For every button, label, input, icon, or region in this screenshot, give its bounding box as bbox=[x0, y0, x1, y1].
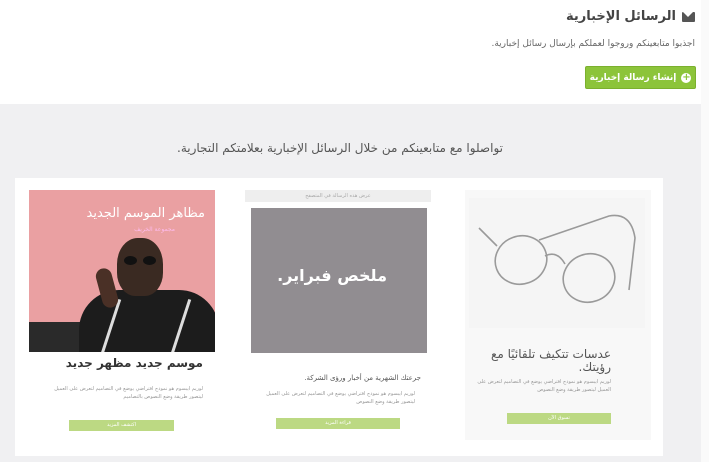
page-scrollbar[interactable] bbox=[701, 0, 709, 462]
digest-main-title: جرعتك الشهرية من أخبار ورؤى الشركة. bbox=[304, 374, 421, 382]
page-subtitle: اجذبوا متابعينكم وروجوا لعملكم بإرسال رس… bbox=[491, 39, 695, 49]
digest-hero-block: ملخص فبراير. bbox=[251, 208, 427, 353]
sunglasses-shape bbox=[124, 256, 158, 265]
person-body-shape bbox=[79, 290, 215, 352]
templates-panel: تواصلوا مع متابعينكم من خلال الرسائل الإ… bbox=[0, 104, 709, 462]
fashion-hero-image: مظاهر الموسم الجديد مجموعة الخريف bbox=[29, 190, 215, 352]
create-newsletter-label: إنشاء رسالة إخبارية bbox=[589, 72, 677, 83]
template-card-eyewear[interactable]: عدسات تتكيف تلقائيًا مع رؤيتك. لوريم ايب… bbox=[465, 190, 651, 440]
templates-gallery: مظاهر الموسم الجديد مجموعة الخريف موسم ج… bbox=[15, 178, 663, 456]
fashion-cta-button: اكتشف المزيد bbox=[69, 420, 174, 431]
template-card-monthly-digest[interactable]: عرض هذه الرسالة في المتصفح ملخص فبراير. … bbox=[243, 190, 433, 440]
digest-cta-button: قراءة المزيد bbox=[276, 418, 400, 429]
create-newsletter-button[interactable]: + إنشاء رسالة إخبارية bbox=[585, 66, 696, 89]
page-title: الرسائل الإخبارية bbox=[565, 9, 676, 24]
eyewear-hero-image bbox=[469, 198, 645, 328]
panel-tagline: تواصلوا مع متابعينكم من خلال الرسائل الإ… bbox=[177, 141, 503, 155]
eyewear-main-title: عدسات تتكيف تلقائيًا مع رؤيتك. bbox=[490, 347, 611, 374]
page-header: الرسائل الإخبارية اجذبوا متابعينكم وروجو… bbox=[0, 0, 709, 104]
eyewear-cta-button: تسوق الآن bbox=[507, 413, 611, 424]
person-head-shape bbox=[117, 238, 163, 296]
fashion-hero-subtitle: مجموعة الخريف bbox=[134, 226, 175, 233]
fashion-body-text: لوريم ايبسوم هو نموذج افتراضي يوضع في ال… bbox=[54, 386, 203, 400]
view-in-browser-bar: عرض هذه الرسالة في المتصفح bbox=[245, 190, 431, 202]
eyewear-body-text: لوريم ايبسوم هو نموذج افتراضي يوضع في ال… bbox=[477, 379, 611, 393]
digest-hero-title: ملخص فبراير. bbox=[277, 266, 387, 285]
digest-body-text: لوريم ايبسوم هو نموذج افتراضي يوضع في ال… bbox=[266, 391, 415, 405]
title-row: الرسائل الإخبارية bbox=[566, 9, 695, 24]
fashion-main-title: موسم جديد مظهر جديد bbox=[65, 356, 203, 370]
template-card-fashion[interactable]: مظاهر الموسم الجديد مجموعة الخريف موسم ج… bbox=[29, 190, 215, 440]
glasses-illustration bbox=[478, 214, 636, 304]
envelope-icon bbox=[682, 11, 695, 22]
plus-circle-icon: + bbox=[681, 71, 692, 83]
fashion-hero-title: مظاهر الموسم الجديد bbox=[86, 206, 205, 221]
